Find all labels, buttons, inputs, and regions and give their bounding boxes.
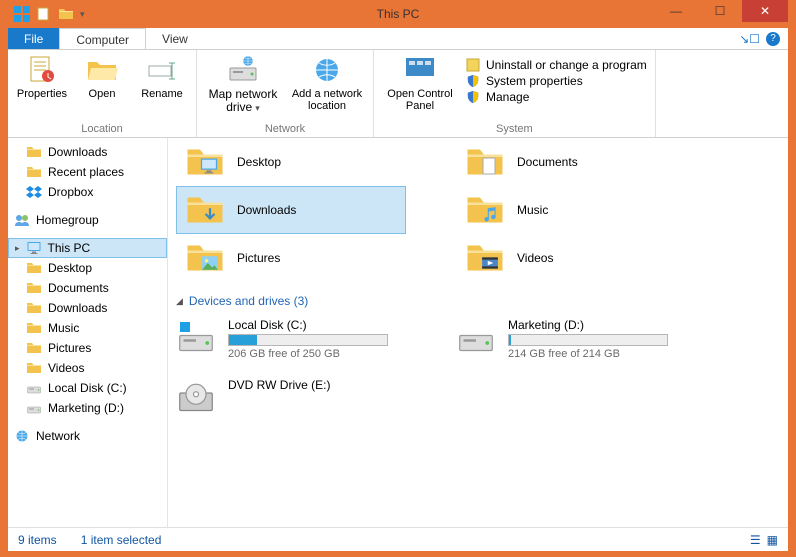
expand-icon[interactable]: ▸ bbox=[15, 243, 20, 254]
section-devices-drives[interactable]: ◢ Devices and drives (3) bbox=[176, 294, 780, 308]
chevron-down-icon: ▾ bbox=[255, 103, 260, 113]
tab-computer[interactable]: Computer bbox=[59, 28, 146, 49]
nav-network[interactable]: Network bbox=[8, 426, 167, 446]
nav-music[interactable]: Music bbox=[8, 318, 167, 338]
drive-marketing-d[interactable]: Marketing (D:) 214 GB free of 214 GB bbox=[456, 314, 686, 364]
nav-desktop[interactable]: Desktop bbox=[8, 258, 167, 278]
folder-downloads[interactable]: Downloads bbox=[176, 186, 406, 234]
folder-desktop[interactable]: Desktop bbox=[176, 138, 406, 186]
system-properties-button[interactable]: System properties bbox=[466, 74, 647, 88]
quick-access-toolbar: ▾ bbox=[8, 6, 85, 22]
nav-downloads-pc[interactable]: Downloads bbox=[8, 298, 167, 318]
content-pane: Desktop Downloads Pictures Documents Mus… bbox=[168, 138, 788, 527]
nav-pictures[interactable]: Pictures bbox=[8, 338, 167, 358]
nav-documents[interactable]: Documents bbox=[8, 278, 167, 298]
qat-newfolder-icon[interactable] bbox=[58, 6, 74, 22]
drive-d-usage-bar bbox=[508, 334, 668, 346]
titlebar: ▾ This PC — ☐ ✕ bbox=[8, 0, 788, 28]
map-network-drive-button[interactable]: Map network drive ▾ bbox=[205, 54, 281, 114]
add-network-location-button[interactable]: Add a network location bbox=[289, 54, 365, 112]
ribbon-tabs: File Computer View ↘☐ ? bbox=[8, 28, 788, 50]
help-icon[interactable]: ? bbox=[766, 32, 780, 46]
drive-dvd-e[interactable]: DVD RW Drive (E:) bbox=[176, 374, 406, 422]
minimize-button[interactable]: — bbox=[654, 0, 698, 22]
properties-button[interactable]: Properties bbox=[16, 54, 68, 100]
nav-local-disk-c[interactable]: Local Disk (C:) bbox=[8, 378, 167, 398]
folder-music[interactable]: Music bbox=[456, 186, 686, 234]
folder-documents[interactable]: Documents bbox=[456, 138, 686, 186]
ribbon-group-location: Properties Open Rename Location bbox=[8, 50, 197, 137]
window-title: This PC bbox=[377, 7, 420, 21]
nav-videos[interactable]: Videos bbox=[8, 358, 167, 378]
tab-view[interactable]: View bbox=[146, 28, 204, 49]
drive-local-c[interactable]: Local Disk (C:) 206 GB free of 250 GB bbox=[176, 314, 406, 364]
drive-c-usage-bar bbox=[228, 334, 388, 346]
tab-file[interactable]: File bbox=[8, 28, 59, 49]
nav-downloads[interactable]: Downloads bbox=[8, 142, 167, 162]
status-bar: 9 items 1 item selected ☰ ▦ bbox=[8, 527, 788, 551]
ribbon-minimize-icon[interactable]: ↘☐ bbox=[739, 32, 760, 46]
rename-button[interactable]: Rename bbox=[136, 54, 188, 100]
qat-dropdown-icon[interactable]: ▾ bbox=[80, 9, 85, 20]
status-selected-count: 1 item selected bbox=[81, 533, 162, 547]
nav-this-pc[interactable]: ▸This PC bbox=[8, 238, 167, 258]
folder-videos[interactable]: Videos bbox=[456, 234, 686, 282]
nav-homegroup[interactable]: Homegroup bbox=[8, 210, 167, 230]
group-label-system: System bbox=[382, 123, 647, 135]
open-control-panel-button[interactable]: Open Control Panel bbox=[382, 54, 458, 112]
close-button[interactable]: ✕ bbox=[742, 0, 788, 22]
rename-label: Rename bbox=[141, 88, 183, 100]
view-tiles-icon[interactable]: ▦ bbox=[767, 533, 778, 547]
ribbon-group-system: Open Control Panel Uninstall or change a… bbox=[374, 50, 656, 137]
open-label: Open bbox=[89, 88, 116, 100]
navigation-pane: Downloads Recent places Dropbox Homegrou… bbox=[8, 138, 168, 527]
folder-pictures[interactable]: Pictures bbox=[176, 234, 406, 282]
collapse-icon[interactable]: ◢ bbox=[176, 296, 183, 307]
nav-dropbox[interactable]: Dropbox bbox=[8, 182, 167, 202]
app-icon bbox=[14, 6, 30, 22]
qat-properties-icon[interactable] bbox=[36, 6, 52, 22]
maximize-button[interactable]: ☐ bbox=[698, 0, 742, 22]
uninstall-program-button[interactable]: Uninstall or change a program bbox=[466, 58, 647, 72]
status-item-count: 9 items bbox=[18, 533, 57, 547]
nav-recent-places[interactable]: Recent places bbox=[8, 162, 167, 182]
explorer-window: ▾ This PC — ☐ ✕ File Computer View ↘☐ ? … bbox=[8, 0, 788, 551]
properties-label: Properties bbox=[17, 88, 67, 100]
ribbon: Properties Open Rename Location Map netw… bbox=[8, 50, 788, 138]
ribbon-group-network: Map network drive ▾ Add a network locati… bbox=[197, 50, 374, 137]
nav-marketing-d[interactable]: Marketing (D:) bbox=[8, 398, 167, 418]
view-details-icon[interactable]: ☰ bbox=[750, 533, 761, 547]
group-label-location: Location bbox=[16, 123, 188, 135]
open-button[interactable]: Open bbox=[76, 54, 128, 100]
group-label-network: Network bbox=[205, 123, 365, 135]
manage-button[interactable]: Manage bbox=[466, 90, 647, 104]
